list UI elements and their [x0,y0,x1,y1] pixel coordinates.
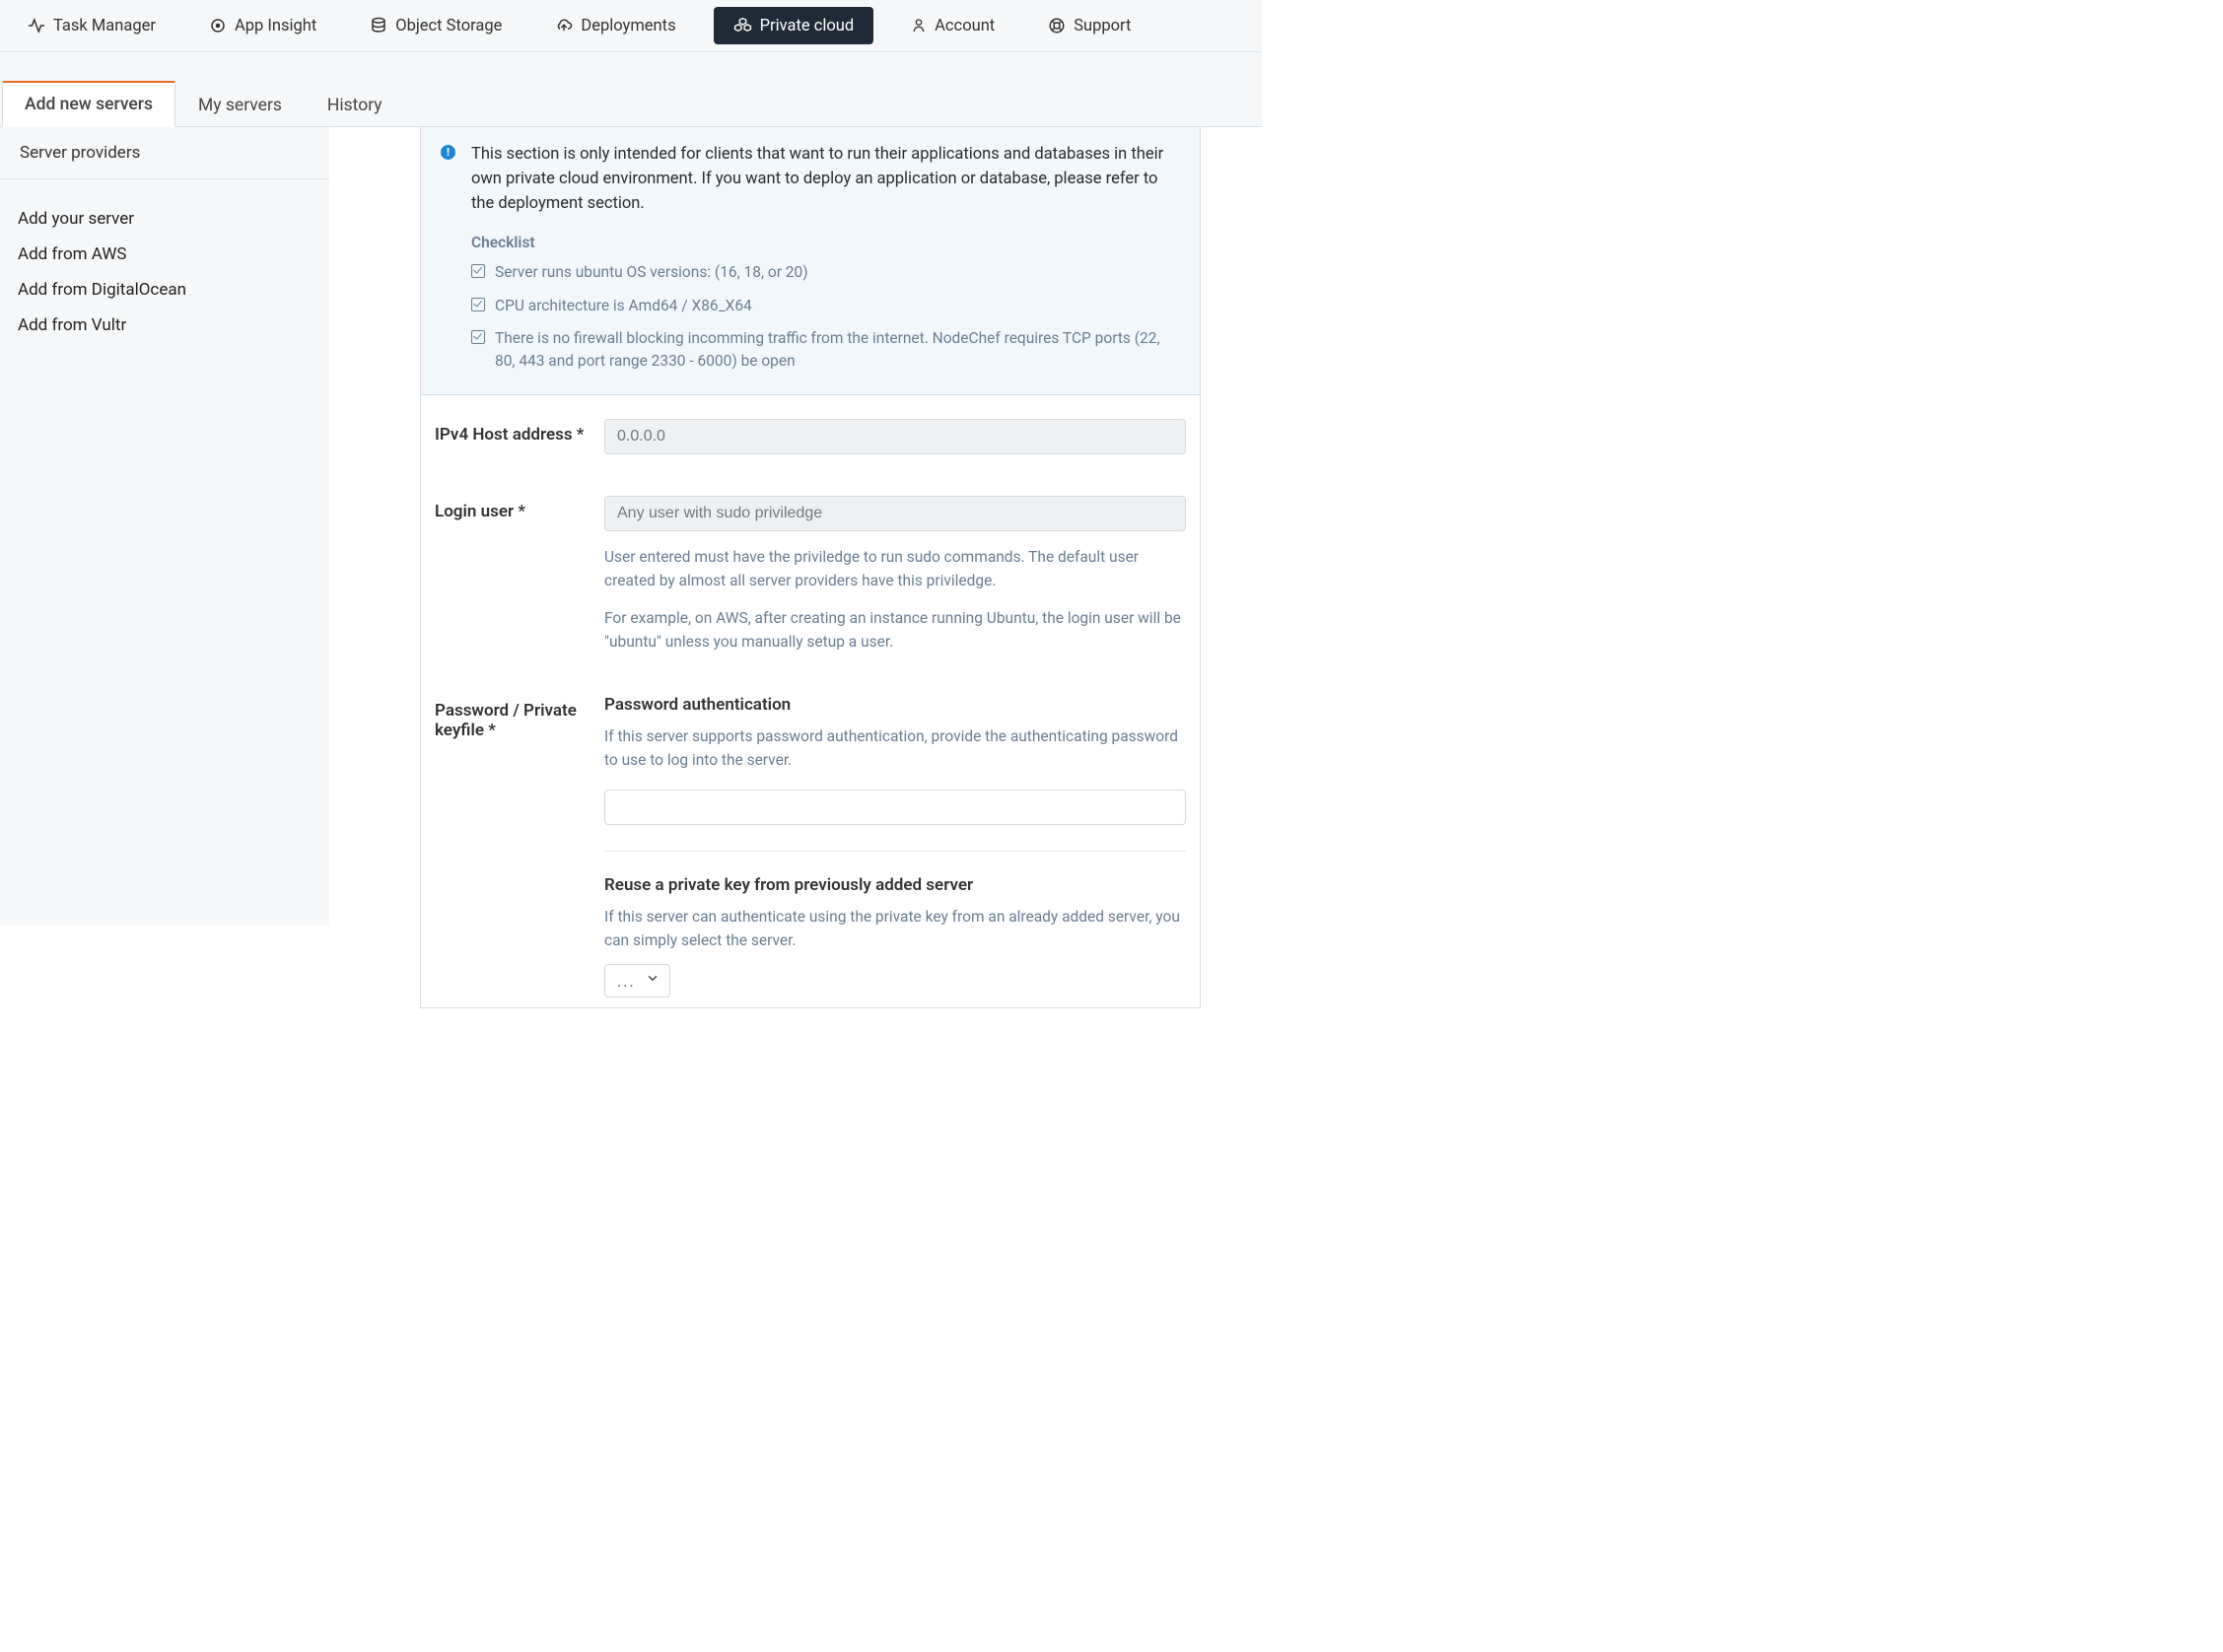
cubes-icon [733,17,752,35]
password-keyfile-label: Password / Private keyfile * [435,695,590,740]
reuse-key-heading: Reuse a private key from previously adde… [604,875,1186,895]
password-auth-heading: Password authentication [604,695,1186,715]
nav-label: Task Manager [53,17,156,35]
ipv4-label: IPv4 Host address * [435,419,590,445]
checklist-text: There is no firewall blocking incomming … [495,327,1180,374]
nav-support[interactable]: Support [1032,7,1146,44]
checklist-text: CPU architecture is Amd64 / X86_X64 [495,295,752,317]
nav-label: Private cloud [760,17,855,35]
login-help-1: User entered must have the priviledge to… [604,545,1186,592]
lifebuoy-icon [1048,17,1066,34]
add-server-panel: ! This section is only intended for clie… [420,127,1201,1008]
info-icon: ! [441,145,455,160]
reuse-key-select[interactable]: ... [604,964,670,998]
providers-sidebar: Server providers Add your server Add fro… [0,127,329,926]
separator [604,851,1186,852]
checklist-text: Server runs ubuntu OS versions: (16, 18,… [495,261,808,284]
tab-label: History [327,96,382,115]
tab-label: My servers [198,96,282,115]
nav-label: Support [1074,17,1131,35]
password-input[interactable] [604,790,1186,825]
password-auth-help: If this server supports password authent… [604,724,1186,772]
checklist-title: Checklist [471,234,1180,251]
sidebar-add-from-digitalocean[interactable]: Add from DigitalOcean [18,272,312,308]
nav-object-storage[interactable]: Object Storage [354,7,518,44]
subtabs-bar: Add new servers My servers History [0,52,1262,127]
check-icon [471,264,485,278]
sidebar-add-your-server[interactable]: Add your server [18,201,312,237]
top-nav: Task Manager App Insight Object Storage … [0,0,1262,52]
nav-account[interactable]: Account [895,7,1010,44]
check-icon [471,298,485,311]
chevron-down-icon [646,971,660,990]
tab-history[interactable]: History [305,83,405,127]
reuse-key-help: If this server can authenticate using th… [604,905,1186,952]
sidebar-header: Server providers [0,127,329,179]
login-help-2: For example, on AWS, after creating an i… [604,606,1186,654]
nav-label: Object Storage [395,17,502,35]
login-user-input[interactable] [604,496,1186,531]
nav-label: App Insight [235,17,316,35]
checklist-item: Server runs ubuntu OS versions: (16, 18,… [471,261,1180,284]
nav-private-cloud[interactable]: Private cloud [714,7,874,44]
checklist-item: There is no firewall blocking incomming … [471,327,1180,374]
tab-label: Add new servers [25,95,153,114]
nav-label: Account [935,17,995,35]
sidebar-add-from-vultr[interactable]: Add from Vultr [18,308,312,343]
nav-deployments[interactable]: Deployments [539,7,691,44]
user-icon [911,17,927,34]
tab-my-servers[interactable]: My servers [175,83,305,127]
info-box: ! This section is only intended for clie… [421,127,1200,395]
activity-icon [28,17,45,34]
nav-task-manager[interactable]: Task Manager [12,7,172,44]
nav-app-insight[interactable]: App Insight [193,7,332,44]
login-user-label: Login user * [435,496,590,521]
target-icon [209,17,227,34]
nav-label: Deployments [581,17,675,35]
tab-add-new-servers[interactable]: Add new servers [2,81,175,127]
cloud-upload-icon [555,17,573,34]
database-icon [370,17,387,34]
select-value: ... [617,972,636,991]
ipv4-input[interactable] [604,419,1186,454]
sidebar-add-from-aws[interactable]: Add from AWS [18,237,312,272]
check-icon [471,330,485,344]
checklist-item: CPU architecture is Amd64 / X86_X64 [471,295,1180,317]
info-text: This section is only intended for client… [471,143,1180,216]
